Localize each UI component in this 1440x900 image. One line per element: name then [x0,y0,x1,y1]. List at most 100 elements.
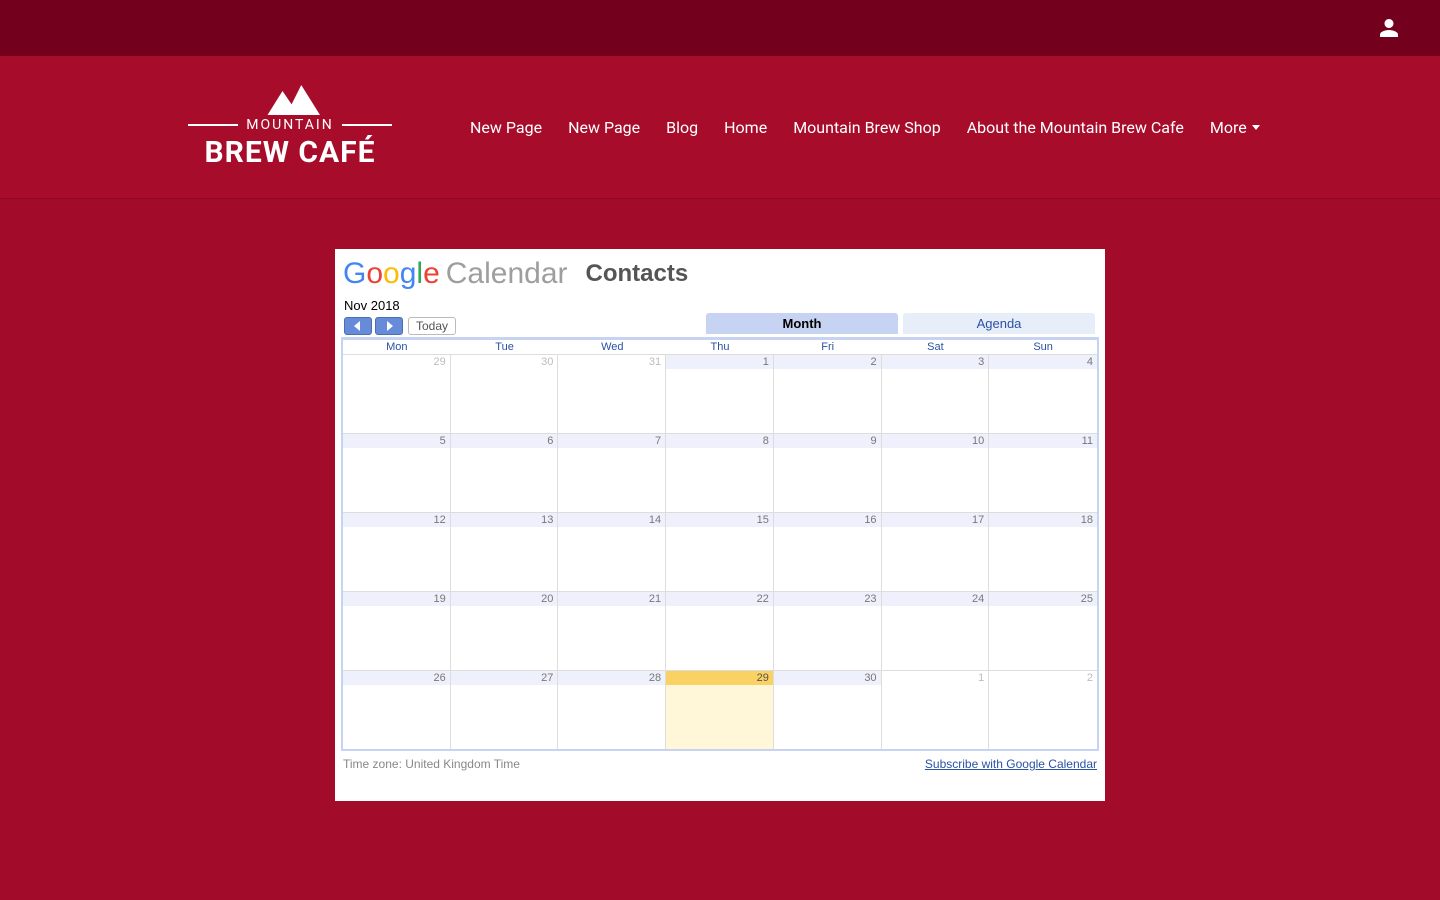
day-number: 29 [666,671,773,685]
dow-fri: Fri [774,340,882,354]
nav-about[interactable]: About the Mountain Brew Cafe [967,118,1184,137]
today-button[interactable]: Today [408,317,456,335]
day-number: 2 [774,355,881,369]
day-cell[interactable]: 17 [882,512,990,591]
chevron-right-icon [385,321,393,331]
month-title: Nov 2018 [341,295,1099,313]
day-cell[interactable]: 29 [343,354,451,433]
day-cell[interactable]: 29 [666,670,774,749]
day-body [882,369,989,433]
day-cell[interactable]: 8 [666,433,774,512]
dow-mon: Mon [343,340,451,354]
day-number: 16 [774,513,881,527]
day-body [558,606,665,670]
utility-bar [0,0,1440,56]
day-cell[interactable]: 7 [558,433,666,512]
day-number: 24 [882,592,989,606]
main-nav: New Page New Page Blog Home Mountain Bre… [470,118,1260,137]
day-body [774,685,881,749]
day-body [666,527,773,591]
day-body [989,606,1097,670]
day-cell[interactable]: 2 [774,354,882,433]
day-body [882,448,989,512]
calendar-controls: Today Month Agenda [341,313,1099,337]
day-cell[interactable]: 27 [451,670,559,749]
timezone-text: Time zone: United Kingdom Time [343,757,520,771]
day-cell[interactable]: 1 [882,670,990,749]
logo-small-text: MOUNTAIN [246,117,333,133]
day-cell[interactable]: 9 [774,433,882,512]
day-cell[interactable]: 14 [558,512,666,591]
day-body [558,527,665,591]
day-cell[interactable]: 3 [882,354,990,433]
dow-sat: Sat [882,340,990,354]
calendar-name: Contacts [586,260,689,288]
day-cell[interactable]: 15 [666,512,774,591]
week-row: 2930311234 [343,354,1097,433]
day-cell[interactable]: 13 [451,512,559,591]
nav-new-page-1[interactable]: New Page [470,118,542,137]
calendar-brand-row: Google Calendar Contacts [341,255,1099,295]
calendar-widget: Google Calendar Contacts Nov 2018 Today … [335,249,1105,801]
day-cell[interactable]: 16 [774,512,882,591]
day-number: 30 [774,671,881,685]
chevron-left-icon [354,321,362,331]
day-cell[interactable]: 2 [989,670,1097,749]
site-logo[interactable]: MOUNTAIN BREW CAFÉ [180,85,400,170]
day-cell[interactable]: 23 [774,591,882,670]
dow-tue: Tue [451,340,559,354]
week-row: 19202122232425 [343,591,1097,670]
day-cell[interactable]: 24 [882,591,990,670]
day-cell[interactable]: 28 [558,670,666,749]
day-cell[interactable]: 6 [451,433,559,512]
day-cell[interactable]: 20 [451,591,559,670]
tab-month[interactable]: Month [706,313,898,334]
day-number: 12 [343,513,450,527]
day-cell[interactable]: 1 [666,354,774,433]
day-cell[interactable]: 11 [989,433,1097,512]
day-number: 17 [882,513,989,527]
nav-home[interactable]: Home [724,118,767,137]
subscribe-link[interactable]: Subscribe with Google Calendar [925,757,1097,771]
user-icon[interactable] [1378,17,1400,39]
day-body [774,606,881,670]
day-body [343,369,450,433]
day-cell[interactable]: 10 [882,433,990,512]
day-number: 28 [558,671,665,685]
day-cell[interactable]: 25 [989,591,1097,670]
tab-agenda[interactable]: Agenda [903,313,1095,334]
day-body [451,369,558,433]
day-number: 19 [343,592,450,606]
logo-rule-right [342,124,392,126]
day-cell[interactable]: 30 [451,354,559,433]
day-number: 30 [451,355,558,369]
day-number: 5 [343,434,450,448]
day-cell[interactable]: 18 [989,512,1097,591]
day-body [558,369,665,433]
day-cell[interactable]: 21 [558,591,666,670]
day-cell[interactable]: 12 [343,512,451,591]
day-cell[interactable]: 19 [343,591,451,670]
chevron-down-icon [1252,125,1260,130]
day-body [666,448,773,512]
day-body [343,606,450,670]
nav-new-page-2[interactable]: New Page [568,118,640,137]
day-cell[interactable]: 30 [774,670,882,749]
next-month-button[interactable] [375,317,403,335]
calendar-grid: Mon Tue Wed Thu Fri Sat Sun 293031123456… [341,337,1099,751]
day-number: 25 [989,592,1097,606]
day-cell[interactable]: 4 [989,354,1097,433]
day-cell[interactable]: 31 [558,354,666,433]
dow-wed: Wed [558,340,666,354]
day-number: 9 [774,434,881,448]
day-of-week-header: Mon Tue Wed Thu Fri Sat Sun [343,340,1097,354]
nav-shop[interactable]: Mountain Brew Shop [793,118,941,137]
nav-more[interactable]: More [1210,118,1260,137]
nav-blog[interactable]: Blog [666,118,698,137]
day-cell[interactable]: 5 [343,433,451,512]
day-cell[interactable]: 26 [343,670,451,749]
mountain-icon [250,85,330,115]
day-body [989,369,1097,433]
day-cell[interactable]: 22 [666,591,774,670]
prev-month-button[interactable] [344,317,372,335]
